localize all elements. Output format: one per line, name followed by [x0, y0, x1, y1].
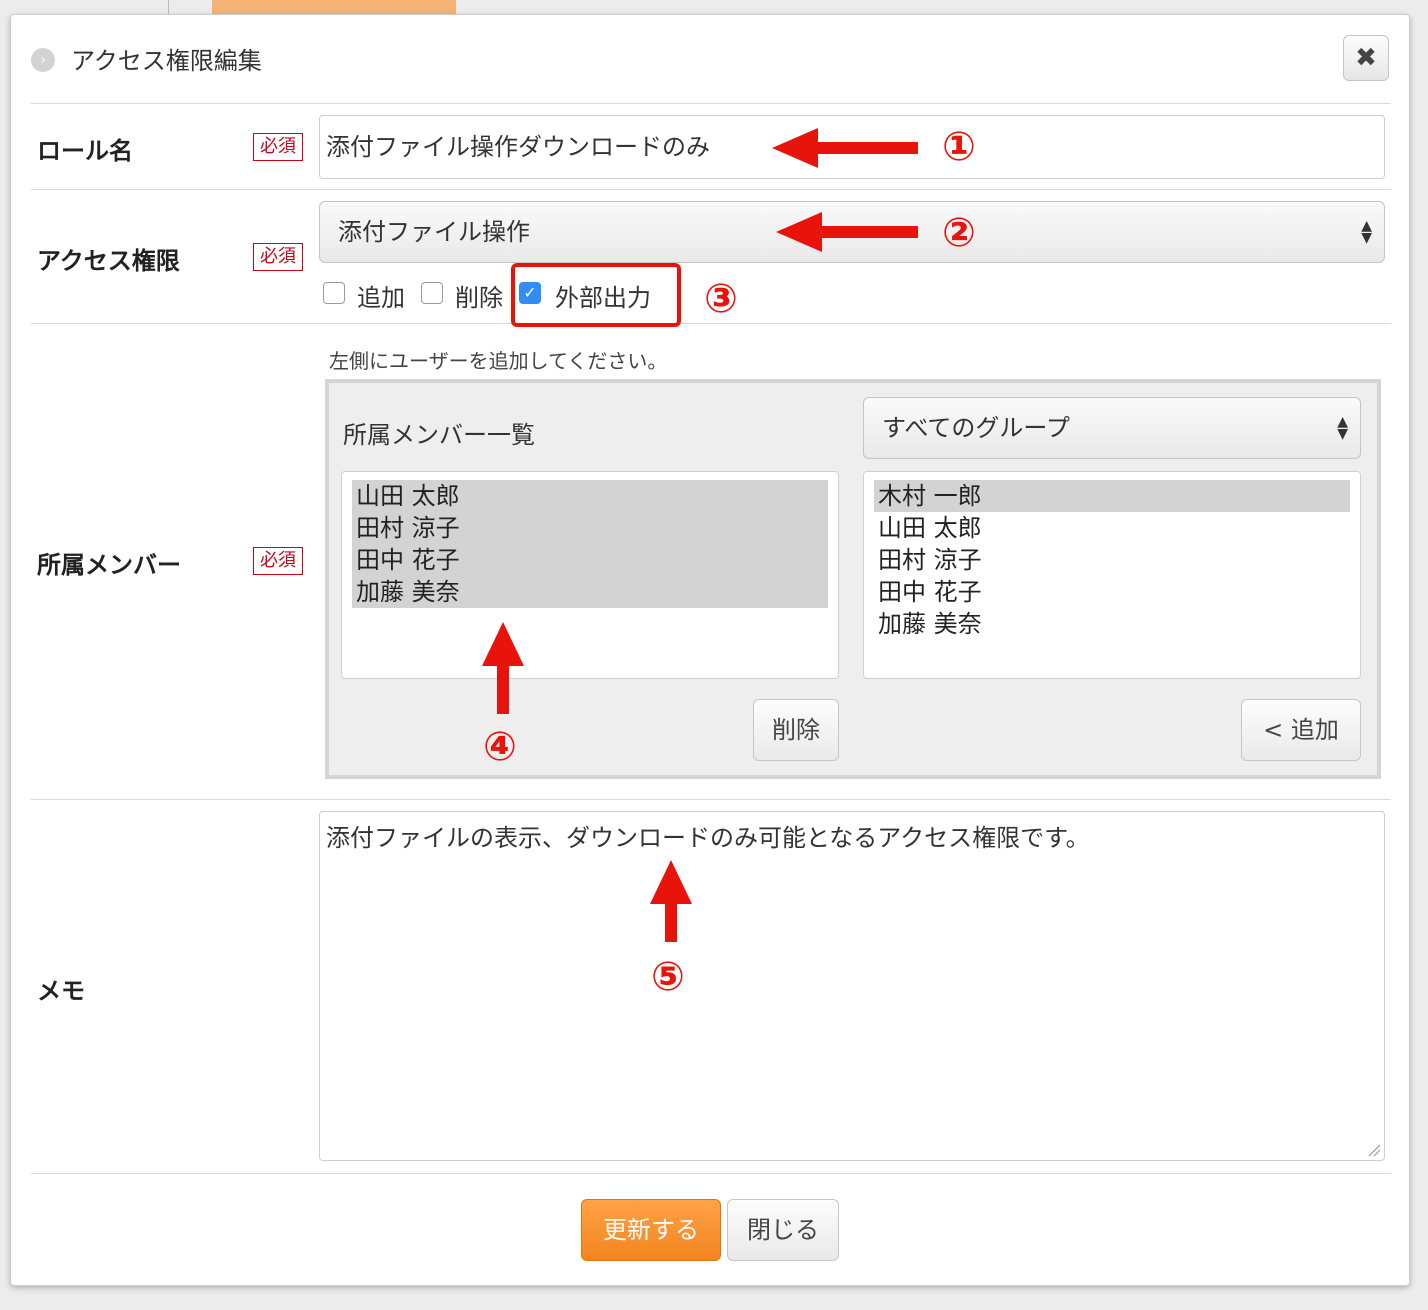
role-name-input[interactable]: 添付ファイル操作ダウンロードのみ — [319, 115, 1385, 179]
remove-member-button[interactable]: 削除 — [753, 699, 839, 761]
members-label: 所属メンバー — [37, 551, 181, 579]
access-label: アクセス権限 — [37, 247, 180, 275]
checkbox-export[interactable]: ✓ — [519, 282, 541, 304]
add-member-button[interactable]: < 追加 — [1241, 699, 1361, 761]
access-select[interactable]: 添付ファイル操作 ▲ ▼ — [319, 201, 1385, 263]
required-badge: 必須 — [253, 133, 303, 161]
divider — [31, 103, 1391, 104]
available-members-list[interactable]: 木村 一郎 山田 太郎 田村 涼子 田中 花子 加藤 美奈 — [863, 471, 1361, 679]
list-item[interactable]: 田中 花子 — [352, 544, 828, 576]
divider — [31, 799, 1391, 800]
checkbox-add-label: 追加 — [357, 284, 405, 312]
background-divider — [168, 0, 169, 14]
memo-label: メモ — [37, 977, 85, 1005]
group-select[interactable]: すべてのグループ ▲ ▼ — [863, 397, 1361, 459]
access-edit-dialog: › アクセス権限編集 ✖ ロール名 必須 添付ファイル操作ダウンロードのみ アク… — [10, 14, 1410, 1286]
role-name-label: ロール名 — [37, 137, 133, 165]
list-item[interactable]: 田村 涼子 — [874, 544, 1350, 576]
list-item[interactable]: 田中 花子 — [874, 576, 1350, 608]
checkbox-delete-label: 削除 — [455, 284, 503, 312]
divider — [31, 1173, 1391, 1174]
background-tab — [212, 0, 456, 14]
dialog-header: › アクセス権限編集 ✖ — [11, 15, 1411, 103]
memo-textarea[interactable]: 添付ファイルの表示、ダウンロードのみ可能となるアクセス権限です。 — [319, 811, 1385, 1161]
required-badge: 必須 — [253, 547, 303, 575]
checkbox-export-label: 外部出力 — [555, 284, 651, 312]
list-item[interactable]: 山田 太郎 — [874, 512, 1350, 544]
list-item[interactable]: 田村 涼子 — [352, 512, 828, 544]
select-arrows-icon: ▲ ▼ — [1361, 218, 1372, 246]
check-icon: ✓ — [523, 283, 537, 302]
list-item[interactable]: 加藤 美奈 — [874, 608, 1350, 640]
list-item[interactable]: 加藤 美奈 — [352, 576, 828, 608]
list-item[interactable]: 木村 一郎 — [874, 480, 1350, 512]
select-arrows-icon: ▲ ▼ — [1337, 414, 1348, 442]
assigned-members-list[interactable]: 山田 太郎 田村 涼子 田中 花子 加藤 美奈 — [341, 471, 839, 679]
divider — [31, 189, 1391, 190]
chevron-right-icon: › — [31, 48, 55, 72]
update-button[interactable]: 更新する — [581, 1199, 721, 1261]
dialog-title: アクセス権限編集 — [71, 47, 262, 75]
member-list-title: 所属メンバー一覧 — [343, 421, 535, 449]
member-panel: 所属メンバー一覧 すべてのグループ ▲ ▼ 山田 太郎 田村 涼子 田中 花子 加… — [325, 379, 1381, 779]
close-button[interactable]: ✖ — [1343, 35, 1389, 81]
members-hint: 左側にユーザーを追加してください。 — [329, 349, 668, 373]
access-select-value: 添付ファイル操作 — [338, 218, 530, 246]
required-badge: 必須 — [253, 243, 303, 271]
group-select-value: すべてのグループ — [882, 414, 1070, 442]
close-dialog-button[interactable]: 閉じる — [727, 1199, 839, 1261]
checkbox-add[interactable] — [323, 282, 345, 304]
divider — [31, 323, 1391, 324]
checkbox-delete[interactable] — [421, 282, 443, 304]
resize-grip-icon[interactable] — [1367, 1143, 1381, 1157]
list-item[interactable]: 山田 太郎 — [352, 480, 828, 512]
memo-text: 添付ファイルの表示、ダウンロードのみ可能となるアクセス権限です。 — [326, 824, 1090, 852]
